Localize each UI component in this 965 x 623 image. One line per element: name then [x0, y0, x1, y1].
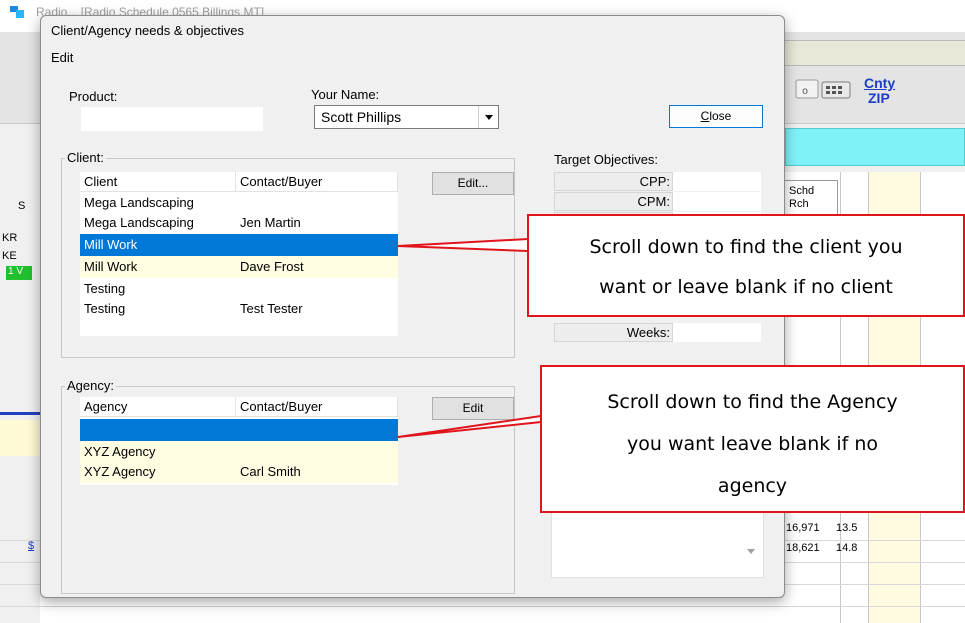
agency-callout-pointer [397, 415, 542, 438]
client-callout-pointer [397, 238, 529, 252]
callout-text: Scroll down to find the Agency [607, 391, 898, 413]
callout-text: want or leave blank if no client [599, 276, 893, 298]
callout-text: you want leave blank if no [627, 433, 878, 455]
callout-text: Scroll down to find the client you [589, 236, 903, 258]
agency-callout: Scroll down to find the Agency you want … [540, 365, 965, 513]
callout-text: agency [717, 475, 788, 497]
client-callout: Scroll down to find the client you want … [527, 214, 965, 317]
